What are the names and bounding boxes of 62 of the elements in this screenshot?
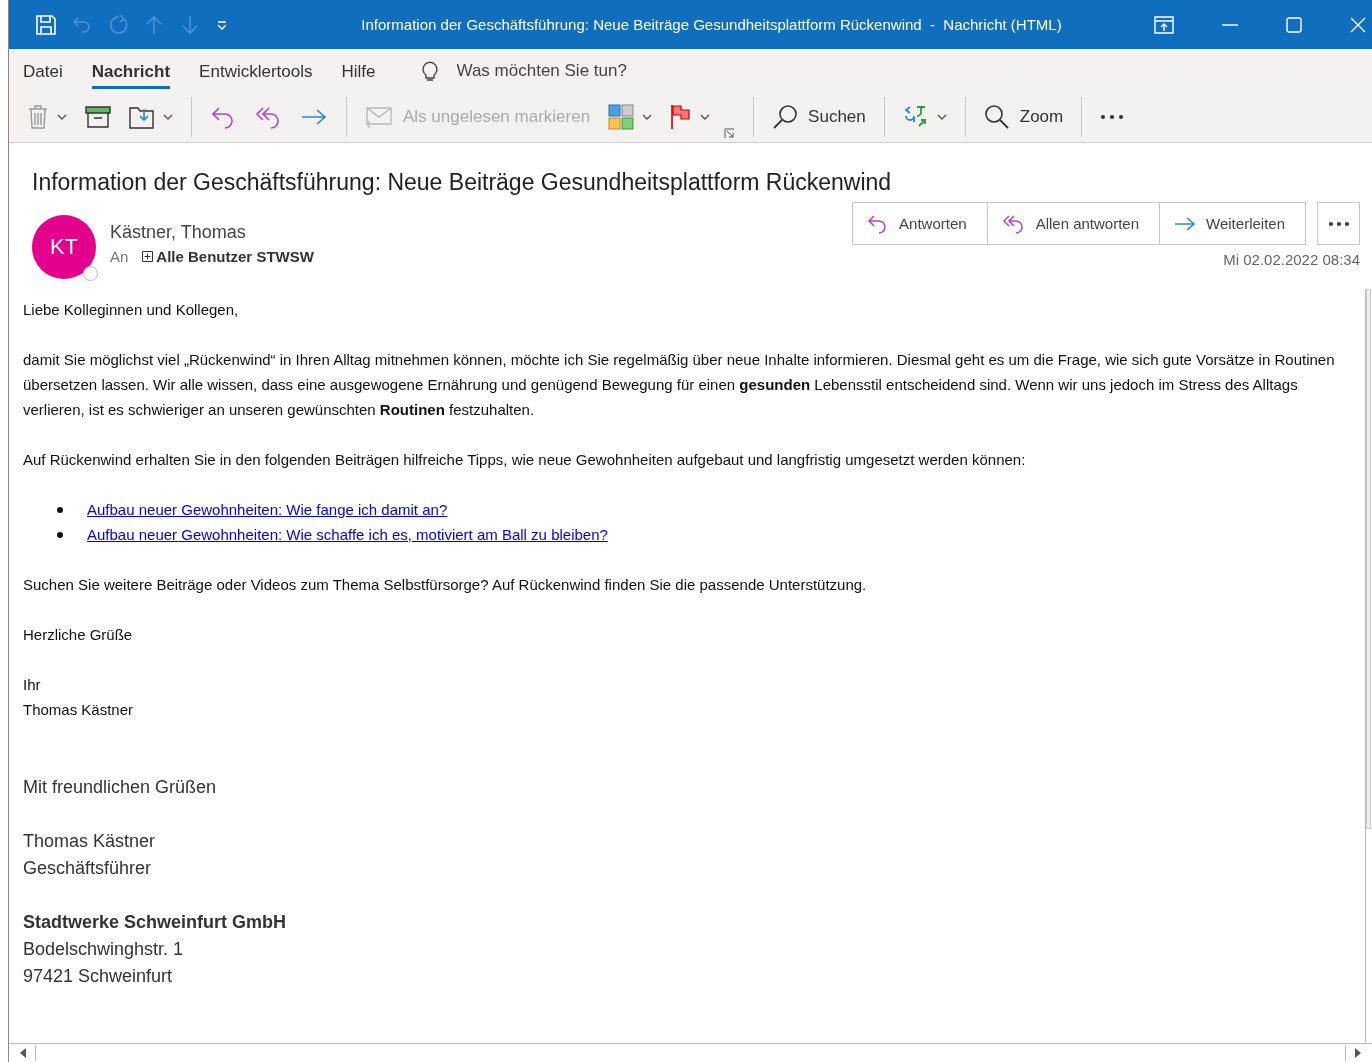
- dropdown-caret-icon[interactable]: [57, 114, 67, 120]
- forward-icon[interactable]: [300, 107, 328, 127]
- body-text: Herzliche Grüße: [23, 625, 134, 645]
- dropdown-caret-icon[interactable]: [936, 114, 947, 120]
- to-label: An: [110, 248, 129, 265]
- archive-icon[interactable]: [85, 106, 111, 128]
- save-icon[interactable]: [35, 13, 57, 36]
- envelope-icon: [365, 105, 393, 129]
- window-title: Information der Geschäftsführung: Neue Beiträge Gesundheitsplattform Rückenwind - Nachricht (HTML): [360, 16, 1063, 33]
- signature-text: Mit freundlichen Grüßen: [23, 776, 218, 799]
- forward-icon: [1174, 215, 1197, 232]
- message-subject: Information der Geschäftsführung: Neue Beiträge Gesundheitsplattform Rückenwind: [31, 168, 893, 196]
- expand-group-icon[interactable]: [142, 251, 154, 262]
- body-text: Suchen Sie weitere Beiträge oder Videos zum Thema Selbstfürsorge? Auf Rückenwind finden Sie die passende Unterstützung.: [23, 575, 868, 595]
- more-icon: [1328, 221, 1349, 226]
- close-icon[interactable]: [1350, 16, 1366, 33]
- move-to-folder-icon[interactable]: [129, 105, 155, 129]
- signature-text: Bodelschwinghstr. 1: [23, 938, 185, 961]
- categorize-icon[interactable]: [608, 104, 635, 130]
- tell-me-field[interactable]: Was möchten Sie tun?: [454, 59, 679, 82]
- ribbon-tab[interactable]: Hilfe: [341, 58, 376, 89]
- dropdown-caret-icon[interactable]: [700, 114, 711, 120]
- signature-text: Stadtwerke Schweinfurt GmbH: [23, 911, 288, 934]
- article-link[interactable]: Aufbau neuer Gewohnheiten: Wie fange ich damit an?: [87, 497, 448, 522]
- minimize-icon[interactable]: [1222, 23, 1238, 26]
- search-button[interactable]: Suchen: [772, 104, 866, 130]
- body-text: Thomas Kästner: [23, 700, 135, 720]
- dialog-launcher-icon[interactable]: [724, 128, 736, 139]
- search-icon: [772, 104, 799, 130]
- bullet-icon: [57, 506, 63, 513]
- trash-icon[interactable]: [27, 104, 49, 130]
- body-text: Auf Rückenwind erhalten Sie in den folgenden Beiträgen hilfreiche Tipps, wie neue Gewohnheiten aufgebaut und langfristig umgesetzt werden können:: [23, 450, 1027, 470]
- dropdown-caret-icon[interactable]: [163, 114, 173, 120]
- ribbon-tab[interactable]: Nachricht: [91, 58, 171, 89]
- reply-all-icon: [1001, 213, 1026, 234]
- reply-all-icon[interactable]: [254, 105, 282, 129]
- sender-name[interactable]: Kästner, Thomas: [110, 222, 314, 243]
- signature-text: Geschäftsführer: [23, 857, 153, 880]
- lightbulb-icon: [420, 59, 439, 82]
- message-date: Mi 02.02.2022 08:34: [1223, 251, 1360, 268]
- ribbon-display-icon[interactable]: [1154, 15, 1174, 34]
- scroll-right-icon[interactable]: [1354, 1048, 1362, 1058]
- ribbon-tab[interactable]: Entwicklertools: [199, 58, 313, 89]
- reply-icon[interactable]: [210, 105, 236, 129]
- sender-avatar: KT: [32, 215, 96, 279]
- presence-icon: [83, 266, 98, 281]
- more-icon[interactable]: [1100, 114, 1125, 120]
- maximize-icon[interactable]: [1286, 16, 1302, 33]
- signature-text: 97421 Schweinfurt: [23, 965, 174, 988]
- body-text: Ihr: [23, 675, 42, 695]
- scroll-left-icon[interactable]: [19, 1048, 27, 1058]
- dropdown-caret-icon[interactable]: [642, 114, 653, 120]
- bullet-icon: [57, 531, 63, 538]
- signature-text: Thomas Kästner: [23, 830, 157, 853]
- flag-icon[interactable]: [670, 104, 693, 130]
- ribbon-tab[interactable]: Datei: [23, 58, 63, 89]
- recipient-name[interactable]: Alle Benutzer STWSW: [156, 248, 314, 265]
- zoom-button[interactable]: Zoom: [983, 104, 1064, 130]
- article-link[interactable]: Aufbau neuer Gewohnheiten: Wie schaffe ich es, motiviert am Ball zu bleiben?: [87, 522, 608, 547]
- body-text: Liebe Kolleginnen und Kollegen,: [23, 300, 240, 320]
- body-text: damit Sie möglichst viel „Rückenwind“ in Ihren Alltag mitnehmen können, möchte ich Sie regelmäßig über neue Inhalte informieren. Diesmal geht es um die Frage, wie sich gute Vorsätze in Routinen übersetzen lassen. Wir alle wissen, dass eine ausgewogene Ernährung und genügend Bewegung für einen gesunden Lebensstil entscheidend sind. Wenn wir uns jedoch im Stress des Alltags verlieren, ist es schwieriger an unseren gewünschten Routinen festzuhalten.: [23, 350, 1336, 420]
- magnifier-icon: [983, 104, 1010, 130]
